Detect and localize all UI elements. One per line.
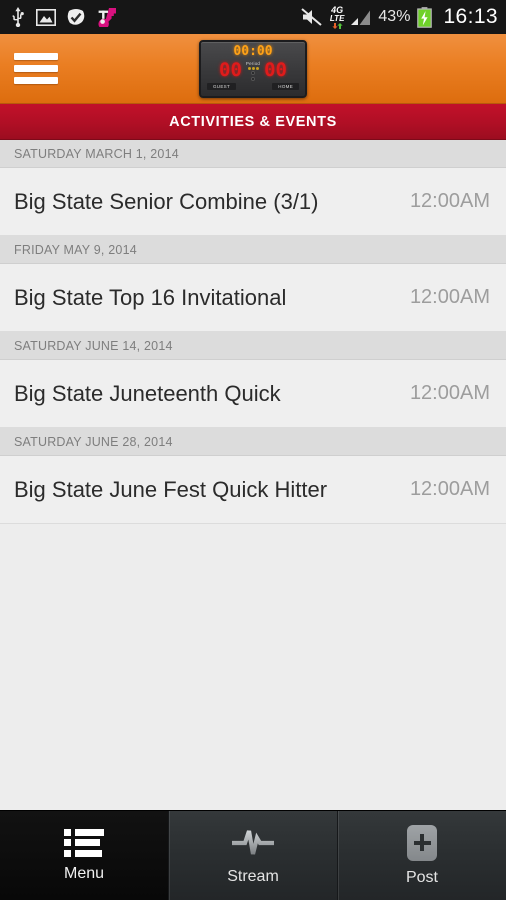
tab-stream-label: Stream (227, 867, 279, 885)
hamburger-bar-3 (14, 77, 58, 84)
tmobile-key-icon (98, 8, 116, 27)
event-time: 12:00AM (409, 382, 490, 404)
tab-post-label: Post (405, 868, 438, 886)
date-header: SATURDAY MARCH 1, 2014 (0, 140, 506, 168)
signal-bars-icon (351, 10, 371, 25)
hamburger-menu-icon[interactable] (14, 53, 62, 84)
event-list-item[interactable]: Big State Senior Combine (3/1) 12:00AM (0, 168, 506, 236)
volume-muted-icon (301, 8, 322, 26)
battery-charging-icon (417, 6, 433, 28)
check-badge-icon (67, 8, 85, 25)
network-type-indicator: 4G LTE (329, 5, 345, 29)
hamburger-bar-1 (14, 53, 58, 60)
date-header: FRIDAY MAY 9, 2014 (0, 236, 506, 264)
scoreboard-clock-display: 00:00 (233, 43, 273, 59)
list-icon (64, 828, 104, 857)
scoreboard-buttons-icon (251, 70, 255, 81)
pulse-icon (232, 829, 274, 855)
scoreboard-period-label: Period (245, 60, 261, 66)
date-header: SATURDAY JUNE 14, 2014 (0, 332, 506, 360)
app-bar: 00:00 00 Period 00 GUEST HOME (0, 34, 506, 104)
page-title: ACTIVITIES & EVENTS (169, 113, 337, 130)
status-bar-clock: 16:13 (443, 5, 498, 28)
scoreboard-period-dots-icon (247, 66, 259, 70)
events-list: SATURDAY MARCH 1, 2014 Big State Senior … (0, 140, 506, 524)
date-header-label: FRIDAY MAY 9, 2014 (14, 242, 137, 257)
usb-icon (12, 7, 24, 27)
battery-percent-label: 43% (378, 8, 411, 25)
event-title: Big State Senior Combine (3/1) (14, 188, 319, 214)
plus-square-icon (407, 824, 437, 861)
scoreboard-home-label: HOME (272, 82, 299, 90)
photo-icon (36, 8, 56, 26)
hamburger-bar-2 (14, 65, 58, 72)
data-transfer-arrows-icon (332, 22, 343, 29)
scoreboard-logo: 00:00 00 Period 00 GUEST HOME (199, 39, 307, 98)
event-title: Big State Top 16 Invitational (14, 284, 287, 310)
event-title: Big State June Fest Quick Hitter (14, 476, 328, 502)
date-header-label: SATURDAY MARCH 1, 2014 (14, 146, 179, 161)
tab-stream[interactable]: Stream (168, 811, 337, 900)
event-time: 12:00AM (409, 190, 490, 212)
date-header-label: SATURDAY JUNE 14, 2014 (14, 338, 173, 353)
event-list-item[interactable]: Big State Top 16 Invitational 12:00AM (0, 264, 506, 332)
scoreboard-team-labels: GUEST HOME (207, 82, 299, 90)
tab-menu-label: Menu (63, 864, 105, 882)
event-time: 12:00AM (409, 286, 490, 308)
date-header-label: SATURDAY JUNE 28, 2014 (14, 434, 173, 449)
event-list-item[interactable]: Big State June Fest Quick Hitter 12:00AM (0, 456, 506, 524)
network-lte-label: LTE (329, 13, 345, 23)
event-list-item[interactable]: Big State Juneteenth Quick 12:00AM (0, 360, 506, 428)
date-header: SATURDAY JUNE 28, 2014 (0, 428, 506, 456)
scoreboard-home-score: 00 (264, 59, 287, 81)
page-title-bar: ACTIVITIES & EVENTS (0, 104, 506, 140)
status-bar-left-icons (10, 7, 117, 27)
status-bar-right-icons: 4G LTE 43% 16:13 (301, 5, 498, 29)
scoreboard-guest-label: GUEST (207, 82, 237, 90)
event-time: 12:00AM (409, 478, 490, 500)
bottom-tab-bar: Menu Stream Post (0, 810, 506, 900)
scoreboard-score-row: 00 Period 00 (201, 61, 305, 81)
scoreboard-period-indicator: Period (246, 61, 260, 81)
tab-post[interactable]: Post (337, 811, 506, 900)
status-bar: 4G LTE 43% 16:13 (0, 0, 506, 34)
tab-menu[interactable]: Menu (0, 811, 168, 900)
event-title: Big State Juneteenth Quick (14, 380, 281, 406)
scoreboard-guest-score: 00 (219, 59, 242, 81)
